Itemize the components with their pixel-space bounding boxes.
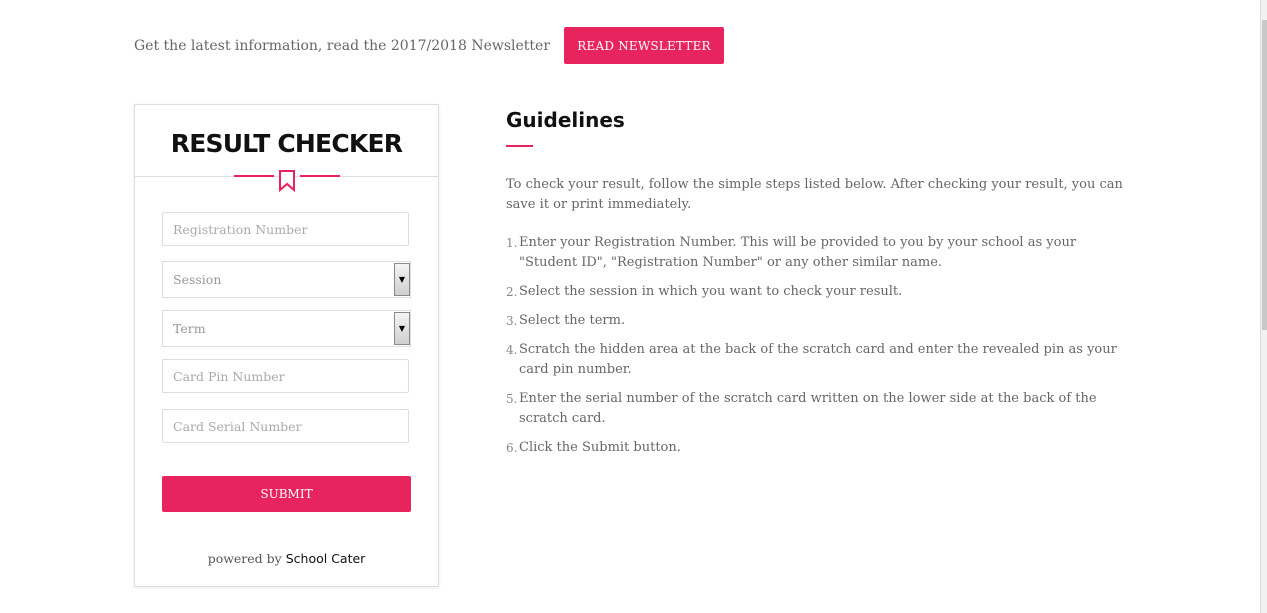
- step-number: 4.: [506, 343, 518, 357]
- step-number: 5.: [506, 392, 518, 406]
- list-item: 3. Select the term.: [506, 311, 1126, 331]
- chevron-down-icon[interactable]: ▼: [394, 263, 410, 296]
- step-number: 3.: [506, 314, 518, 328]
- newsletter-bar: Get the latest information, read the 201…: [134, 27, 725, 64]
- powered-by: powered by School Cater: [135, 551, 438, 566]
- session-select[interactable]: Session ▼: [162, 261, 411, 298]
- scrollbar-thumb[interactable]: [1262, 20, 1267, 330]
- list-item: 5. Enter the serial number of the scratch…: [506, 389, 1126, 429]
- list-item: 1. Enter your Registration Number. This w…: [506, 233, 1126, 273]
- newsletter-text: Get the latest information, read the 201…: [134, 37, 551, 54]
- title-underline: [506, 145, 533, 147]
- bookmark-icon: [279, 170, 295, 192]
- step-number: 1.: [506, 236, 518, 250]
- guidelines-section: Guidelines To check your result, follow …: [506, 108, 1146, 467]
- step-text: Click the Submit button.: [519, 440, 681, 455]
- guidelines-intro: To check your result, follow the simple …: [506, 177, 1123, 212]
- result-checker-card: RESULT CHECKER Session ▼ Term ▼ SUBMIT p…: [134, 104, 439, 587]
- step-text: Select the session in which you want to …: [519, 284, 903, 299]
- page-scrollbar[interactable]: [1260, 0, 1267, 613]
- result-checker-title: RESULT CHECKER: [170, 129, 403, 158]
- steps-list: 1. Enter your Registration Number. This w…: [506, 233, 1146, 458]
- divider-accent-left: [234, 175, 274, 177]
- list-item: 4. Scratch the hidden area at the back of…: [506, 340, 1126, 380]
- powered-by-label: powered by: [207, 551, 282, 566]
- read-newsletter-button[interactable]: READ NEWSLETTER: [564, 27, 725, 64]
- brand-link[interactable]: School Cater: [286, 551, 366, 566]
- term-select[interactable]: Term ▼: [162, 310, 411, 347]
- registration-number-input[interactable]: [162, 212, 409, 246]
- session-select-label: Session: [173, 272, 222, 287]
- divider-accent-right: [300, 175, 340, 177]
- step-number: 6.: [506, 441, 518, 455]
- term-select-label: Term: [173, 321, 206, 336]
- step-text: Enter the serial number of the scratch c…: [519, 391, 1097, 426]
- chevron-down-icon[interactable]: ▼: [394, 312, 410, 345]
- step-text: Scratch the hidden area at the back of t…: [519, 342, 1117, 377]
- list-item: 6. Click the Submit button.: [506, 438, 1126, 458]
- step-number: 2.: [506, 285, 518, 299]
- step-text: Enter your Registration Number. This wil…: [519, 235, 1077, 270]
- list-item: 2. Select the session in which you want t…: [506, 282, 1126, 302]
- step-text: Select the term.: [519, 313, 626, 328]
- submit-button[interactable]: SUBMIT: [162, 476, 411, 512]
- card-pin-input[interactable]: [162, 359, 409, 393]
- card-serial-input[interactable]: [162, 409, 409, 443]
- guidelines-title: Guidelines: [506, 108, 625, 132]
